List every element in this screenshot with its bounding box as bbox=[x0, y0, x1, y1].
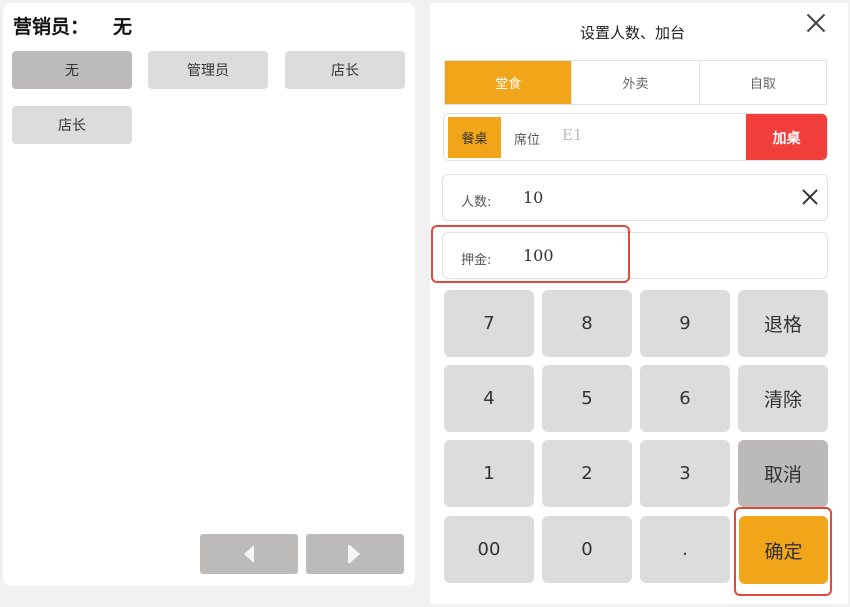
close-icon[interactable] bbox=[804, 11, 828, 35]
people-field[interactable]: 人数: 10 bbox=[442, 174, 828, 221]
table-tag[interactable]: 餐桌 bbox=[448, 117, 501, 158]
key-9[interactable]: 9 bbox=[640, 290, 730, 357]
staff-button-none[interactable]: 无 bbox=[12, 51, 132, 89]
dialog-title: 设置人数、加台 bbox=[579, 24, 685, 42]
salesman-value: 无 bbox=[113, 16, 133, 38]
arrow-left-icon bbox=[244, 545, 254, 563]
staff-button-admin[interactable]: 管理员 bbox=[148, 51, 268, 89]
seat-input[interactable]: E1 bbox=[562, 126, 583, 144]
arrow-right-icon bbox=[348, 545, 360, 563]
clear-button[interactable]: 清除 bbox=[738, 365, 828, 432]
people-value[interactable]: 10 bbox=[523, 188, 543, 207]
add-table-button[interactable]: 加桌 bbox=[746, 114, 827, 160]
tab-dine-in[interactable]: 堂食 bbox=[445, 61, 572, 104]
key-2[interactable]: 2 bbox=[542, 440, 632, 507]
backspace-button[interactable]: 退格 bbox=[738, 290, 828, 357]
people-label: 人数: bbox=[461, 195, 492, 210]
key-0[interactable]: 0 bbox=[542, 516, 632, 583]
key-7[interactable]: 7 bbox=[444, 290, 534, 357]
tab-pickup[interactable]: 自取 bbox=[698, 61, 826, 104]
staff-button-manager[interactable]: 店长 bbox=[285, 51, 405, 89]
next-page-button[interactable] bbox=[306, 534, 404, 574]
key-dot[interactable]: . bbox=[640, 516, 730, 583]
guest-dialog: 设置人数、加台 堂食 外卖 自取 餐桌 席位 E1 加桌 人数: 10 押金: … bbox=[430, 3, 848, 604]
key-00[interactable]: 00 bbox=[444, 516, 534, 583]
key-6[interactable]: 6 bbox=[640, 365, 730, 432]
salesman-label: 营销员： bbox=[13, 16, 90, 38]
salesman-panel: 营销员： 无 无 管理员 店长 店长 bbox=[3, 3, 415, 586]
confirm-highlight bbox=[734, 507, 832, 596]
key-4[interactable]: 4 bbox=[444, 365, 534, 432]
salesman-header: 营销员： 无 bbox=[13, 12, 132, 39]
seat-label: 席位 bbox=[514, 133, 541, 148]
key-5[interactable]: 5 bbox=[542, 365, 632, 432]
cancel-button[interactable]: 取消 bbox=[738, 440, 828, 507]
table-selector: 餐桌 席位 E1 加桌 bbox=[443, 113, 828, 161]
deposit-highlight bbox=[431, 225, 630, 283]
staff-button-manager-2[interactable]: 店长 bbox=[12, 106, 132, 144]
tab-delivery[interactable]: 外卖 bbox=[571, 61, 698, 104]
order-type-tabs: 堂食 外卖 自取 bbox=[444, 60, 827, 105]
previous-page-button[interactable] bbox=[200, 534, 298, 574]
clear-icon[interactable] bbox=[801, 188, 819, 206]
key-8[interactable]: 8 bbox=[542, 290, 632, 357]
key-3[interactable]: 3 bbox=[640, 440, 730, 507]
key-1[interactable]: 1 bbox=[444, 440, 534, 507]
